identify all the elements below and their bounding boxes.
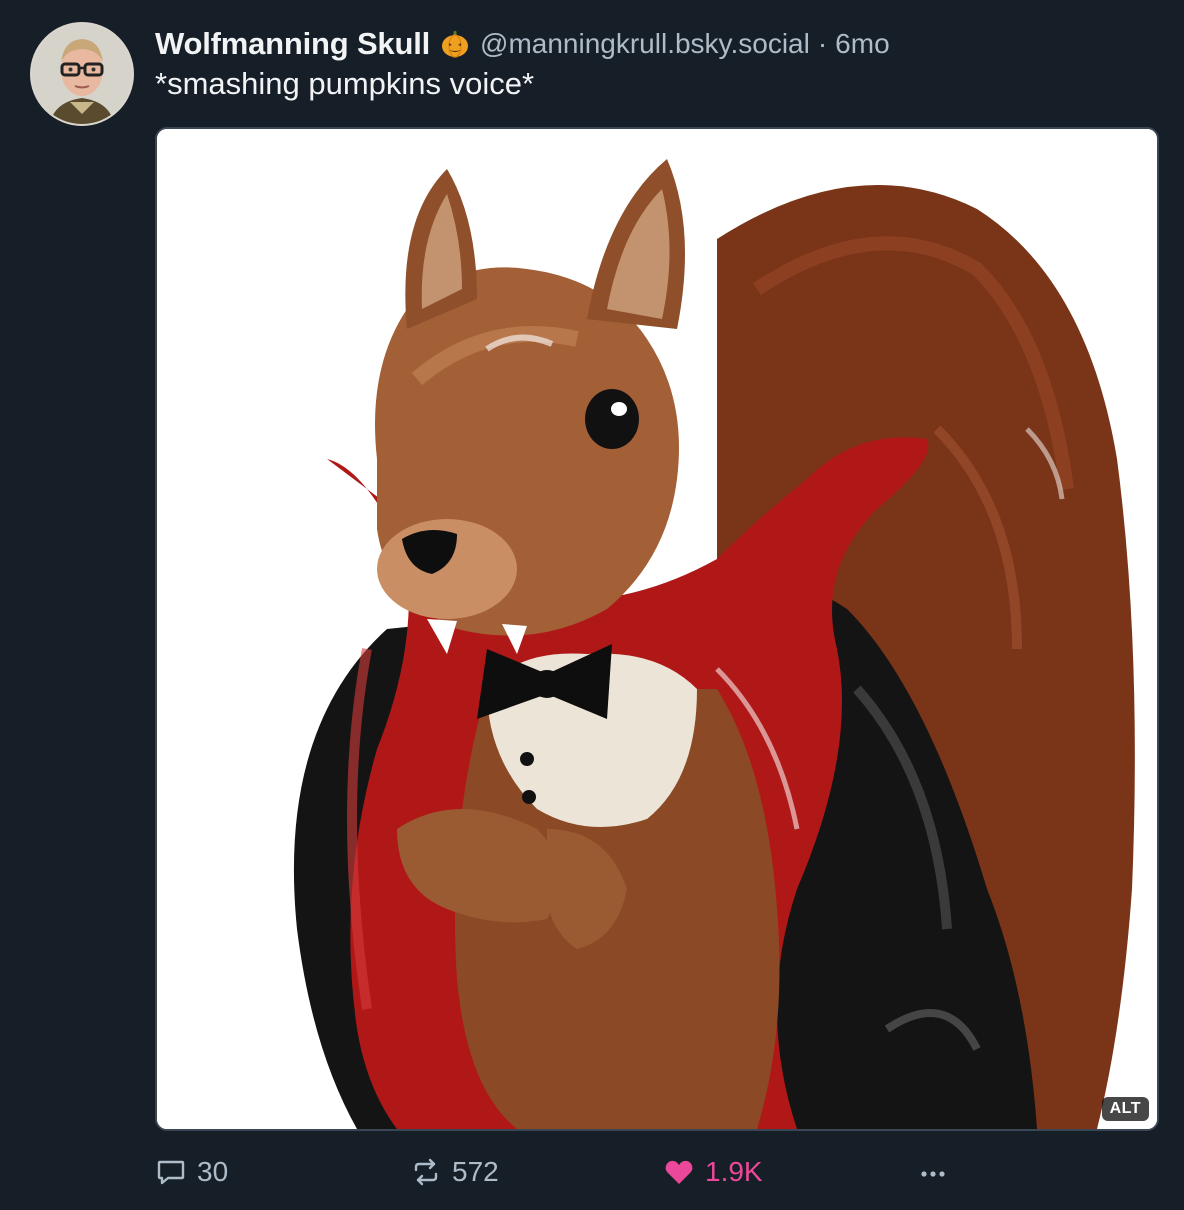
author-display-name[interactable]: Wolfmanning Skull: [155, 26, 430, 62]
repost-count: 572: [452, 1156, 499, 1187]
author-handle[interactable]: @manningkrull.bsky.social: [480, 28, 810, 60]
squirrel-vampire-figurine-image: [157, 129, 1157, 1129]
reply-button[interactable]: 30: [155, 1150, 228, 1194]
separator-dot: ·: [817, 28, 828, 59]
avatar[interactable]: [30, 22, 134, 126]
repost-button[interactable]: 572: [410, 1150, 499, 1194]
post-image[interactable]: ALT: [155, 127, 1159, 1131]
post-timestamp[interactable]: 6mo: [835, 28, 889, 60]
like-button[interactable]: 1.9K: [663, 1150, 763, 1194]
pumpkin-icon: [440, 29, 470, 59]
avatar-image: [32, 24, 132, 124]
more-options-button[interactable]: [917, 1150, 949, 1194]
repost-arrows-icon: [414, 1158, 438, 1186]
like-count: 1.9K: [705, 1156, 763, 1187]
post-actions: 30 572 1.9K: [155, 1150, 1159, 1194]
speech-bubble-icon: [157, 1160, 185, 1185]
post-text: *smashing pumpkins voice*: [155, 66, 535, 101]
post: Wolfmanning Skull @manningkrull.bsky.soc…: [0, 0, 1184, 1210]
post-header: Wolfmanning Skull @manningkrull.bsky.soc…: [155, 22, 890, 66]
heart-icon: [665, 1160, 693, 1184]
ellipsis-icon: [921, 1171, 945, 1177]
alt-text-badge[interactable]: ALT: [1101, 1097, 1149, 1121]
reply-count: 30: [197, 1156, 229, 1187]
